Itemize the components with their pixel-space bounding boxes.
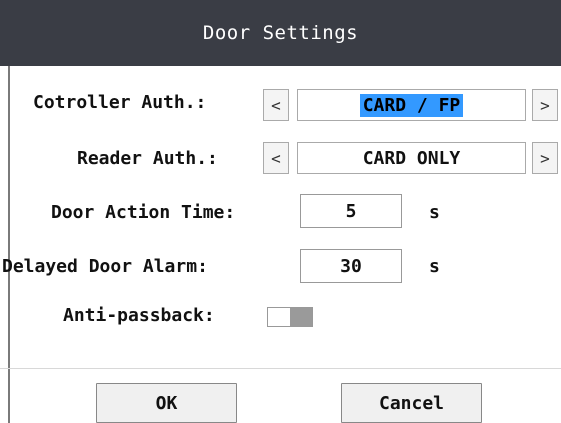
chevron-left-icon: < [271, 95, 281, 115]
controller-auth-prev-button[interactable]: < [263, 89, 289, 121]
ok-button[interactable]: OK [96, 383, 237, 423]
anti-passback-label: Anti-passback: [63, 305, 215, 326]
ok-button-label: OK [155, 392, 178, 414]
door-action-time-label: Door Action Time: [51, 202, 236, 223]
delayed-door-alarm-input[interactable]: 30 [300, 249, 402, 283]
controller-auth-value: CARD / FP [359, 93, 464, 117]
cancel-button[interactable]: Cancel [341, 383, 482, 423]
toggle-knob [290, 308, 312, 326]
chevron-right-icon: > [540, 95, 550, 115]
delayed-door-alarm-value: 30 [340, 255, 362, 277]
footer-divider [0, 368, 561, 369]
delayed-door-alarm-label: Delayed Door Alarm: [2, 256, 208, 277]
reader-auth-value: CARD ONLY [362, 147, 461, 169]
chevron-right-icon: > [540, 148, 550, 168]
door-action-time-value: 5 [345, 200, 357, 222]
delayed-door-alarm-unit: s [429, 256, 440, 277]
door-action-time-input[interactable]: 5 [300, 194, 402, 228]
reader-auth-next-button[interactable]: > [532, 142, 558, 174]
chevron-left-icon: < [271, 148, 281, 168]
dialog-title: Door Settings [202, 22, 359, 44]
toggle-track [268, 308, 290, 326]
door-action-time-unit: s [429, 202, 440, 223]
cancel-button-label: Cancel [378, 392, 445, 414]
controller-auth-next-button[interactable]: > [532, 89, 558, 121]
dialog-title-bar: Door Settings [0, 0, 561, 66]
reader-auth-select[interactable]: CARD ONLY [297, 142, 526, 174]
reader-auth-label: Reader Auth.: [77, 148, 218, 169]
anti-passback-toggle[interactable] [267, 307, 313, 327]
controller-auth-select[interactable]: CARD / FP [297, 89, 526, 121]
reader-auth-prev-button[interactable]: < [263, 142, 289, 174]
controller-auth-label: Cotroller Auth.: [33, 92, 207, 113]
